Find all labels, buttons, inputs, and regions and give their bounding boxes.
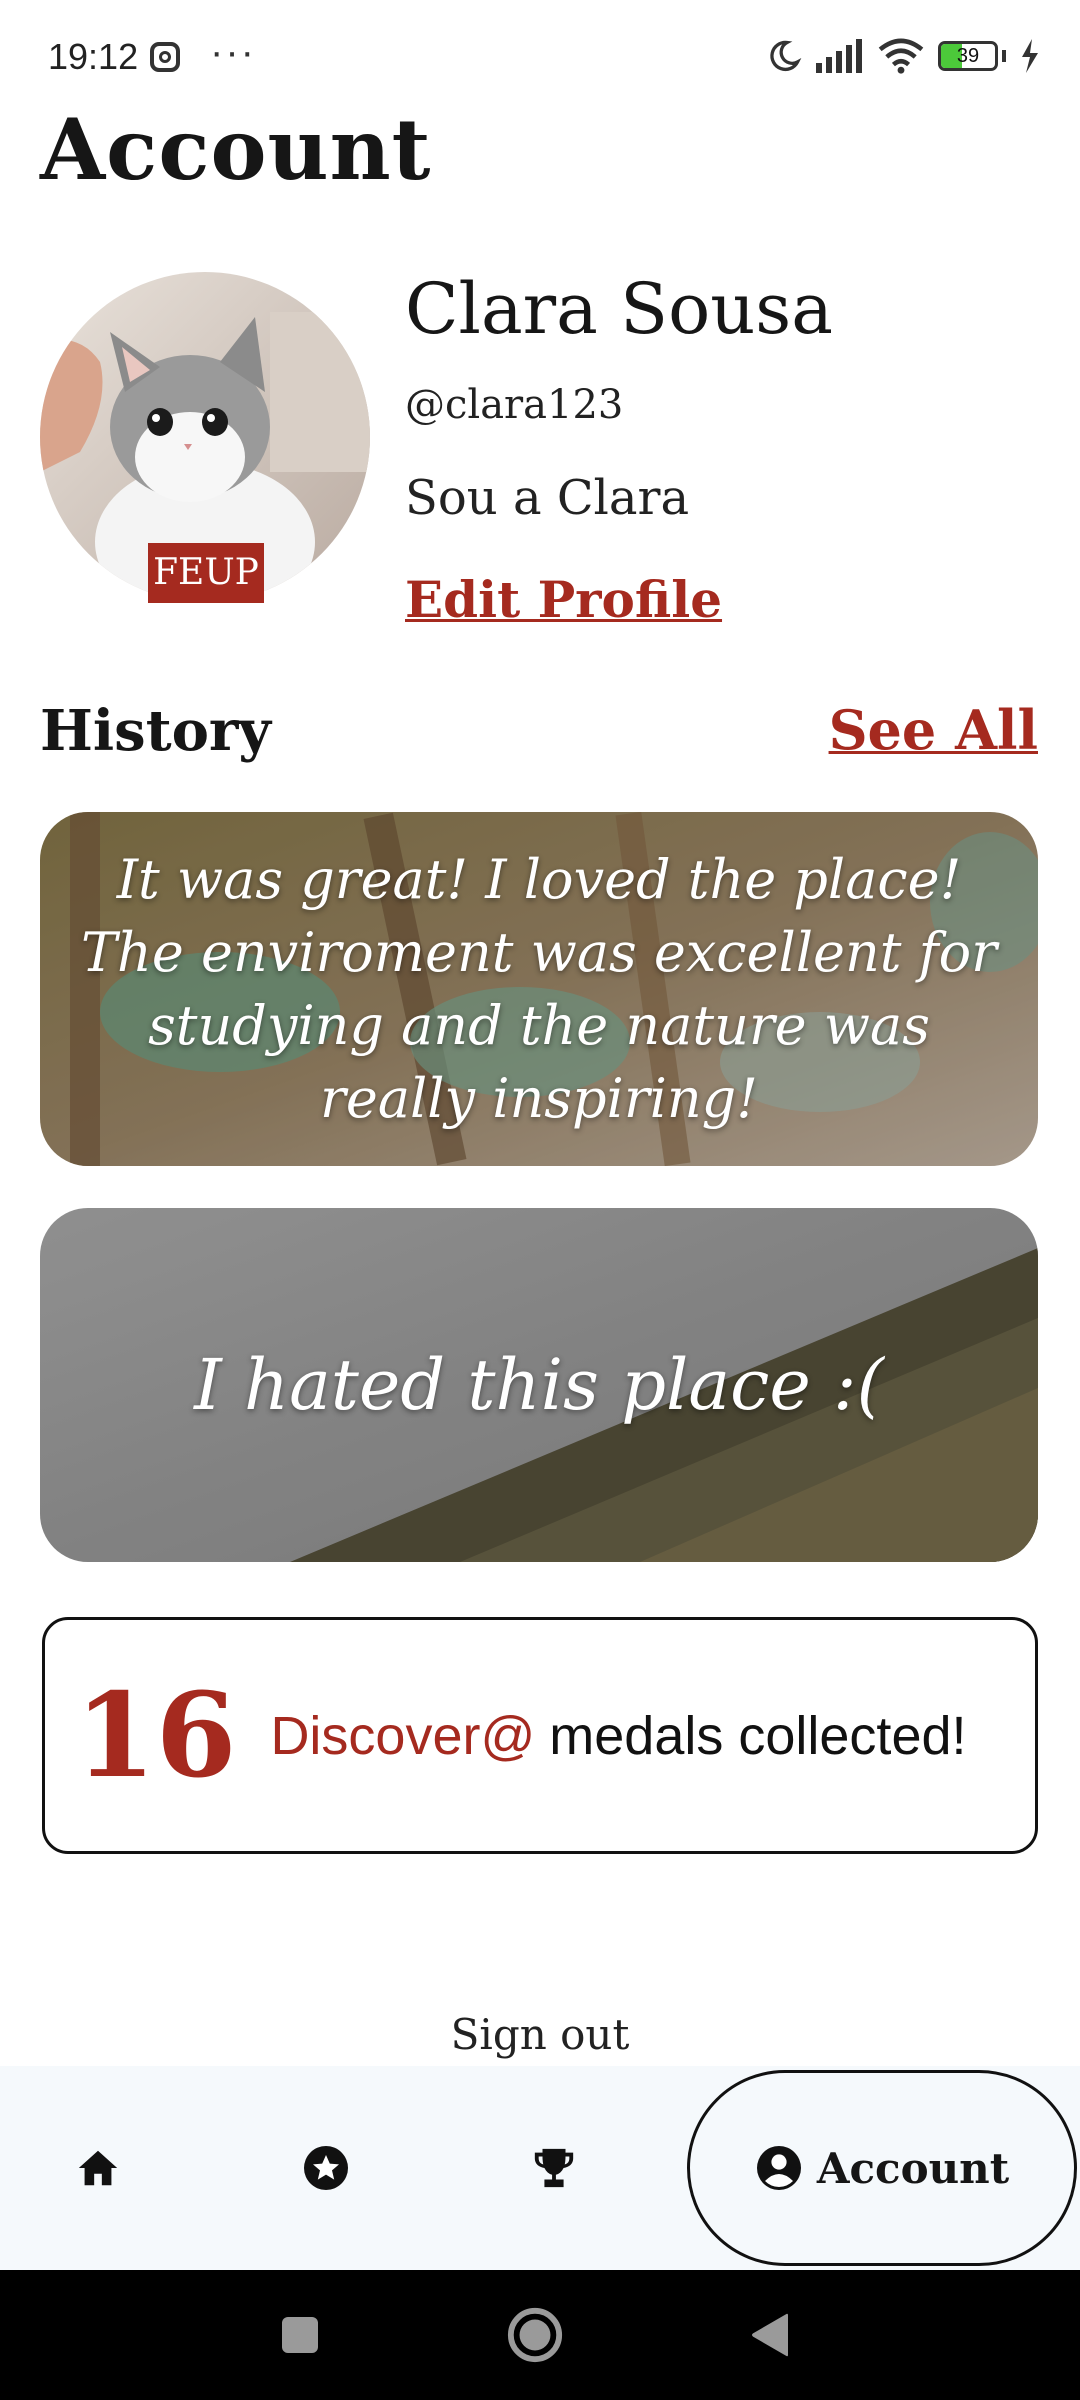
history-heading: History: [40, 698, 271, 764]
back-icon: [752, 2313, 788, 2357]
history-card-text: It was great! I loved the place! The env…: [81, 848, 997, 1130]
home-button[interactable]: [465, 2270, 605, 2400]
system-nav-bar: [0, 2270, 1080, 2400]
status-bar: 19:12 ··· 39: [0, 0, 1080, 110]
recents-button[interactable]: [230, 2270, 370, 2400]
sign-out-button[interactable]: Sign out: [0, 2010, 1080, 2059]
medals-summary: 16 Discover@ medals collected!: [42, 1617, 1038, 1854]
battery-level: 39: [956, 45, 980, 67]
charging-icon: [1022, 39, 1038, 73]
account-icon: [756, 2146, 801, 2190]
history-card[interactable]: I hated this place :(: [40, 1208, 1038, 1562]
feup-badge: FEUP: [148, 543, 264, 603]
status-icons: 39: [766, 38, 1040, 74]
edit-profile-link[interactable]: Edit Profile: [405, 570, 722, 629]
back-button[interactable]: [700, 2270, 840, 2400]
nav-account[interactable]: Account: [687, 2070, 1077, 2266]
profile-name: Clara Sousa: [405, 268, 833, 350]
medals-brand: Discover@: [270, 1705, 536, 1766]
bottom-nav: Account: [0, 2066, 1080, 2270]
nav-home[interactable]: [38, 2066, 158, 2270]
star-icon: [304, 2146, 348, 2190]
signal-icon: [816, 39, 862, 73]
profile-bio: Sou a Clara: [405, 470, 690, 526]
medals-count: 16: [75, 1667, 237, 1804]
trophy-icon: [534, 2148, 574, 2188]
wifi-icon: [878, 38, 924, 74]
moon-icon: [770, 40, 802, 72]
nav-favorites[interactable]: [266, 2066, 386, 2270]
page-title: Account: [40, 100, 432, 199]
home-icon: [78, 2150, 118, 2186]
battery-icon: 39: [938, 41, 998, 71]
see-all-link[interactable]: See All: [829, 698, 1038, 762]
history-card[interactable]: It was great! I loved the place! The env…: [40, 812, 1038, 1166]
more-notifications-icon: ···: [210, 30, 256, 74]
nav-account-label: Account: [816, 2143, 1010, 2193]
medals-label: medals collected!: [549, 1705, 967, 1766]
profile-handle: @clara123: [405, 382, 624, 428]
status-time: 19:12: [48, 36, 139, 77]
nav-medals[interactable]: [494, 2066, 614, 2270]
home-circle-icon: [507, 2307, 563, 2363]
recents-icon: [282, 2317, 318, 2353]
instagram-icon: [150, 42, 180, 72]
history-card-text: I hated this place :(: [194, 1344, 884, 1426]
